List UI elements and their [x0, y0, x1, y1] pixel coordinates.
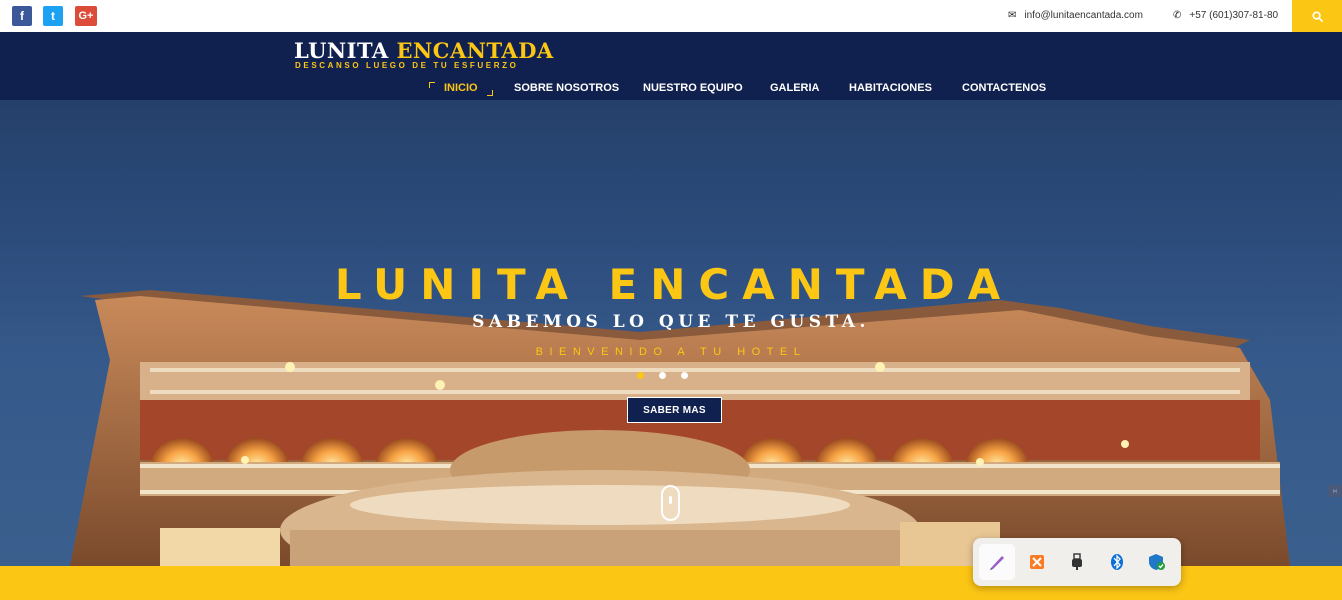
- system-tray-overflow: [973, 538, 1181, 586]
- twitter-icon[interactable]: t: [43, 6, 63, 26]
- slider-dot-2[interactable]: [659, 372, 666, 379]
- top-bar: f t G+ ✉ info@lunitaencantada.com ✆ +57 …: [0, 0, 1342, 32]
- side-arrow-icon[interactable]: ›‹: [1328, 485, 1342, 497]
- google-plus-icon[interactable]: G+: [75, 6, 97, 26]
- security-shield-icon[interactable]: [1139, 544, 1175, 580]
- bluetooth-icon[interactable]: [1099, 544, 1135, 580]
- nav-menu: INICIO SOBRE NOSOTROS NUESTRO EQUIPO GAL…: [0, 82, 1342, 96]
- phone-icon: ✆: [1173, 10, 1182, 21]
- saber-mas-button[interactable]: SABER MAS: [627, 397, 722, 423]
- nav-item-contactenos[interactable]: CONTACTENOS: [962, 82, 1046, 94]
- scroll-down-icon[interactable]: [661, 485, 680, 521]
- active-bracket-top-left: [429, 82, 435, 88]
- active-bracket-bottom-right: [487, 90, 493, 96]
- hero-welcome: BIENVENIDO A TU HOTEL: [535, 346, 807, 358]
- usb-device-icon[interactable]: [1059, 544, 1095, 580]
- nav-item-inicio[interactable]: INICIO: [444, 82, 478, 94]
- facebook-icon[interactable]: f: [12, 6, 32, 26]
- nav-item-sobre-nosotros[interactable]: SOBRE NOSOTROS: [514, 82, 619, 94]
- slider-dot-3[interactable]: [681, 372, 688, 379]
- nav-item-habitaciones[interactable]: HABITACIONES: [849, 82, 932, 94]
- xampp-icon[interactable]: [1019, 544, 1055, 580]
- hero-title: LUNITA ENCANTADA: [334, 260, 1014, 309]
- hero-slider: LUNITA ENCANTADA SABEMOS LO QUE TE GUSTA…: [0, 100, 1342, 566]
- logo-tagline: DESCANSO LUEGO DE TU ESFUERZO: [295, 61, 519, 70]
- search-icon: [1311, 10, 1323, 22]
- contact-email[interactable]: ✉ info@lunitaencantada.com: [1008, 10, 1143, 21]
- contact-phone[interactable]: ✆ +57 (601)307-81-80: [1173, 10, 1278, 21]
- search-button[interactable]: [1292, 0, 1342, 32]
- slider-dots: [637, 372, 688, 379]
- slider-dot-1[interactable]: [637, 372, 644, 379]
- nav-item-galeria[interactable]: GALERIA: [770, 82, 820, 94]
- logo-word-1: LUNITA: [294, 38, 389, 63]
- email-text: info@lunitaencantada.com: [1024, 10, 1143, 21]
- logo-word-2: ENCANTADA: [396, 38, 554, 63]
- main-navbar: LUNITA ENCANTADA DESCANSO LUEGO DE TU ES…: [0, 32, 1342, 100]
- site-logo[interactable]: LUNITA ENCANTADA: [294, 38, 554, 63]
- nav-item-nuestro-equipo[interactable]: NUESTRO EQUIPO: [643, 82, 743, 94]
- hero-subtitle: SABEMOS LO QUE TE GUSTA.: [472, 312, 870, 332]
- pen-app-icon[interactable]: [979, 544, 1015, 580]
- phone-text: +57 (601)307-81-80: [1189, 10, 1279, 21]
- envelope-icon: ✉: [1008, 10, 1017, 21]
